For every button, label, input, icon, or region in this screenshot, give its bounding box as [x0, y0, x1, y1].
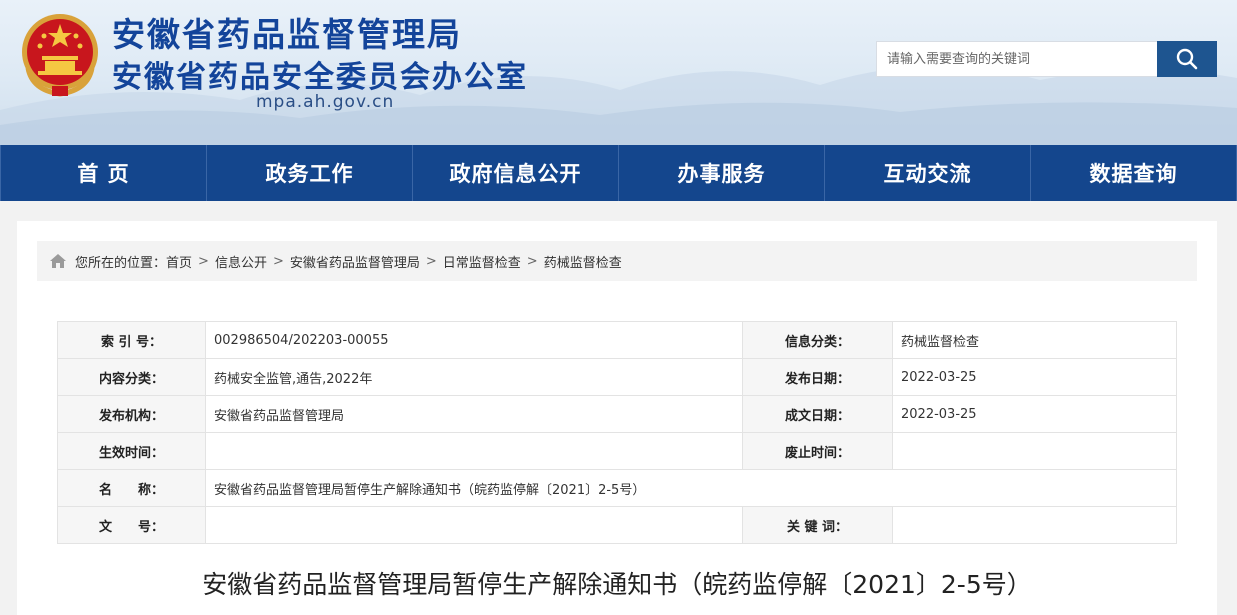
nav-item-information-disclosure[interactable]: 政府信息公开 [413, 145, 619, 201]
name-value: 安徽省药品监督管理局暂停生产解除通知书（皖药监停解〔2021〕2-5号） [205, 469, 1177, 507]
keywords-label: 关 键 词： [742, 506, 893, 544]
breadcrumb-item-device-inspection[interactable]: 药械监督检查 [544, 252, 622, 271]
keywords-value [892, 506, 1177, 544]
table-row: 发布机构： 安徽省药品监督管理局 成文日期： 2022-03-25 [57, 395, 1177, 433]
site-domain: mpa.ah.gov.cn [256, 92, 395, 112]
nav-item-data-query[interactable]: 数据查询 [1031, 145, 1237, 201]
content-category-label: 内容分类： [57, 358, 206, 396]
breadcrumb-separator: > [272, 253, 284, 269]
breadcrumb-separator: > [425, 253, 437, 269]
document-number-label: 文 号： [57, 506, 206, 544]
document-title: 安徽省药品监督管理局暂停生产解除通知书（皖药监停解〔2021〕2-5号） [202, 570, 1032, 599]
main-nav: 首 页 政务工作 政府信息公开 办事服务 互动交流 数据查询 [0, 145, 1237, 201]
index-number-label: 索 引 号： [57, 321, 206, 359]
site-header: 安徽省药品监督管理局 安徽省药品安全委员会办公室 mpa.ah.gov.cn [0, 0, 1237, 145]
nav-item-home[interactable]: 首 页 [0, 145, 207, 201]
table-row: 文 号： 关 键 词： [57, 506, 1177, 544]
repeal-time-label: 废止时间： [742, 432, 893, 470]
breadcrumb-separator: > [198, 253, 209, 269]
search-box [876, 41, 1158, 77]
written-date-value: 2022-03-25 [892, 395, 1177, 433]
breadcrumb-item-info-disclosure[interactable]: 信息公开 [215, 252, 267, 271]
publish-date-label: 发布日期： [742, 358, 893, 396]
document-number-value [205, 506, 743, 544]
breadcrumb: 您所在的位置： 首页 > 信息公开 > 安徽省药品监督管理局 > 日常监督检查 … [37, 241, 1197, 281]
site-subtitle: 安徽省药品安全委员会办公室 [112, 60, 528, 95]
breadcrumb-item-daily-inspection[interactable]: 日常监督检查 [443, 252, 521, 271]
search-button[interactable] [1157, 41, 1217, 77]
home-icon [49, 253, 67, 269]
table-row: 索 引 号： 002986504/202203-00055 信息分类： 药械监督… [57, 321, 1177, 359]
national-emblem-icon [22, 14, 98, 97]
written-date-label: 成文日期： [742, 395, 893, 433]
table-row: 生效时间： 废止时间： [57, 432, 1177, 470]
nav-item-services[interactable]: 办事服务 [619, 145, 825, 201]
info-category-value: 药械监督检查 [892, 321, 1177, 359]
repeal-time-value [892, 432, 1177, 470]
breadcrumb-item-bureau[interactable]: 安徽省药品监督管理局 [290, 252, 420, 271]
publishing-org-label: 发布机构： [57, 395, 206, 433]
table-row: 内容分类： 药械安全监管,通告,2022年 发布日期： 2022-03-25 [57, 358, 1177, 396]
name-label: 名 称： [57, 469, 206, 507]
nav-item-interaction[interactable]: 互动交流 [825, 145, 1031, 201]
table-row: 名 称： 安徽省药品监督管理局暂停生产解除通知书（皖药监停解〔2021〕2-5号… [57, 469, 1177, 507]
publishing-org-value: 安徽省药品监督管理局 [205, 395, 743, 433]
search-input[interactable] [877, 42, 1157, 76]
search-icon [1176, 48, 1198, 70]
publish-date-value: 2022-03-25 [892, 358, 1177, 396]
index-number-value: 002986504/202203-00055 [205, 321, 743, 359]
content-panel: 您所在的位置： 首页 > 信息公开 > 安徽省药品监督管理局 > 日常监督检查 … [17, 221, 1217, 615]
info-category-label: 信息分类： [742, 321, 893, 359]
nav-item-government-affairs[interactable]: 政务工作 [207, 145, 413, 201]
breadcrumb-item-home[interactable]: 首页 [166, 252, 192, 271]
breadcrumb-prefix: 您所在的位置： [75, 255, 167, 271]
breadcrumb-separator: > [526, 253, 538, 269]
effective-time-value [205, 432, 743, 470]
site-title: 安徽省药品监督管理局 [112, 15, 462, 54]
effective-time-label: 生效时间： [57, 432, 206, 470]
content-category-value: 药械安全监管,通告,2022年 [205, 358, 743, 396]
document-metadata-table: 索 引 号： 002986504/202203-00055 信息分类： 药械监督… [57, 321, 1177, 544]
